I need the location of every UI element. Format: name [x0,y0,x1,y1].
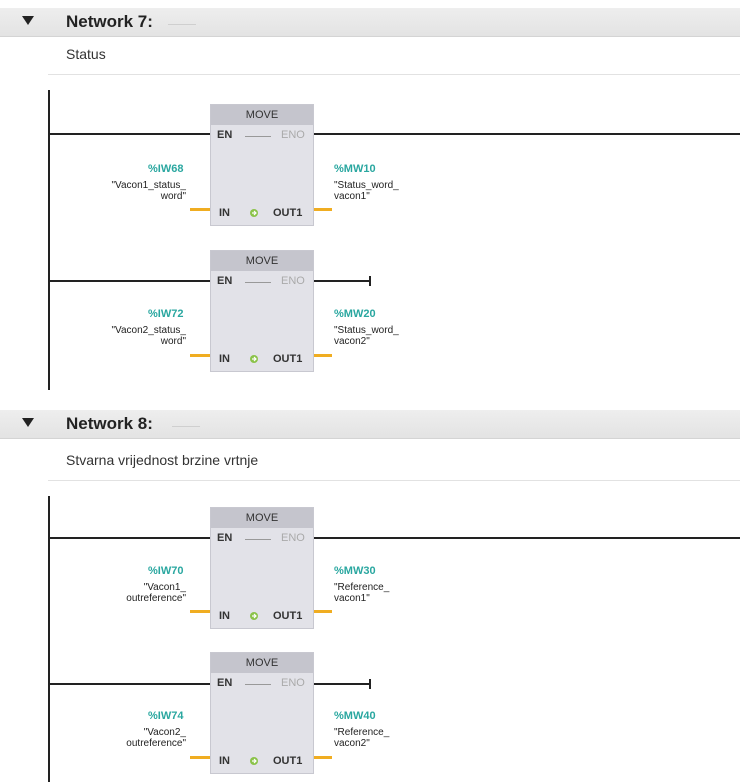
comment-separator [48,74,740,75]
move-arrow-icon [250,612,258,620]
comment-separator [48,480,740,481]
output-address[interactable]: %MW10 [334,163,376,175]
pin-in[interactable]: IN [219,353,230,365]
pin-eno[interactable]: ENO [281,275,305,287]
input-line [190,354,210,357]
output-line [314,208,332,211]
output-line [314,756,332,759]
en-eno-line [245,282,271,283]
pin-out1[interactable]: OUT1 [273,610,302,622]
move-block[interactable]: MOVE EN ENO IN OUT1 [210,507,314,629]
pin-en[interactable]: EN [217,532,232,544]
network-title[interactable]: Network 7: [66,12,153,32]
output-address[interactable]: %MW40 [334,710,376,722]
rung-wire [48,133,210,135]
rung-wire [314,280,370,282]
output-symbol[interactable]: "Status_word_ vacon2" [334,325,399,347]
input-line [190,756,210,759]
title-underline [172,426,200,427]
pin-en[interactable]: EN [217,677,232,689]
rung-wire [314,537,740,539]
pin-in[interactable]: IN [219,207,230,219]
title-underline [168,24,196,25]
input-symbol[interactable]: "Vacon1_ outreference" [70,582,186,604]
move-block[interactable]: MOVE EN ENO IN OUT1 [210,652,314,774]
network-comment[interactable]: Stvarna vrijednost brzine vrtnje [66,452,258,468]
rung-wire [48,537,210,539]
input-address[interactable]: %IW68 [148,163,183,175]
pin-out1[interactable]: OUT1 [273,207,302,219]
move-arrow-icon [250,209,258,217]
block-title: MOVE [211,251,313,271]
en-eno-line [245,684,271,685]
move-block[interactable]: MOVE EN ENO IN OUT1 [210,104,314,226]
input-address[interactable]: %IW74 [148,710,183,722]
pin-en[interactable]: EN [217,275,232,287]
rung-terminator [369,679,371,689]
output-address[interactable]: %MW30 [334,565,376,577]
network-header[interactable]: Network 7: [0,8,740,37]
en-eno-line [245,136,271,137]
output-line [314,610,332,613]
move-arrow-icon [250,757,258,765]
pin-in[interactable]: IN [219,610,230,622]
rung-wire [48,280,210,282]
pin-eno[interactable]: ENO [281,677,305,689]
rung-wire [314,133,740,135]
block-title: MOVE [211,653,313,673]
output-address[interactable]: %MW20 [334,308,376,320]
power-rail [48,90,50,390]
en-eno-line [245,539,271,540]
network-title[interactable]: Network 8: [66,414,153,434]
block-title: MOVE [211,105,313,125]
output-symbol[interactable]: "Status_word_ vacon1" [334,180,399,202]
input-line [190,208,210,211]
rung-wire [314,683,370,685]
pin-in[interactable]: IN [219,755,230,767]
rung-wire [48,683,210,685]
input-line [190,610,210,613]
network-header[interactable]: Network 8: [0,410,740,439]
pin-eno[interactable]: ENO [281,129,305,141]
output-symbol[interactable]: "Reference_ vacon1" [334,582,389,604]
input-address[interactable]: %IW72 [148,308,183,320]
pin-out1[interactable]: OUT1 [273,755,302,767]
input-symbol[interactable]: "Vacon1_status_ word" [70,180,186,202]
pin-en[interactable]: EN [217,129,232,141]
pin-eno[interactable]: ENO [281,532,305,544]
input-symbol[interactable]: "Vacon2_status_ word" [70,325,186,347]
network-comment[interactable]: Status [66,46,106,62]
collapse-triangle-icon[interactable] [22,16,34,25]
move-block[interactable]: MOVE EN ENO IN OUT1 [210,250,314,372]
input-address[interactable]: %IW70 [148,565,183,577]
block-title: MOVE [211,508,313,528]
rung-terminator [369,276,371,286]
collapse-triangle-icon[interactable] [22,418,34,427]
pin-out1[interactable]: OUT1 [273,353,302,365]
move-arrow-icon [250,355,258,363]
output-line [314,354,332,357]
output-symbol[interactable]: "Reference_ vacon2" [334,727,389,749]
input-symbol[interactable]: "Vacon2_ outreference" [70,727,186,749]
